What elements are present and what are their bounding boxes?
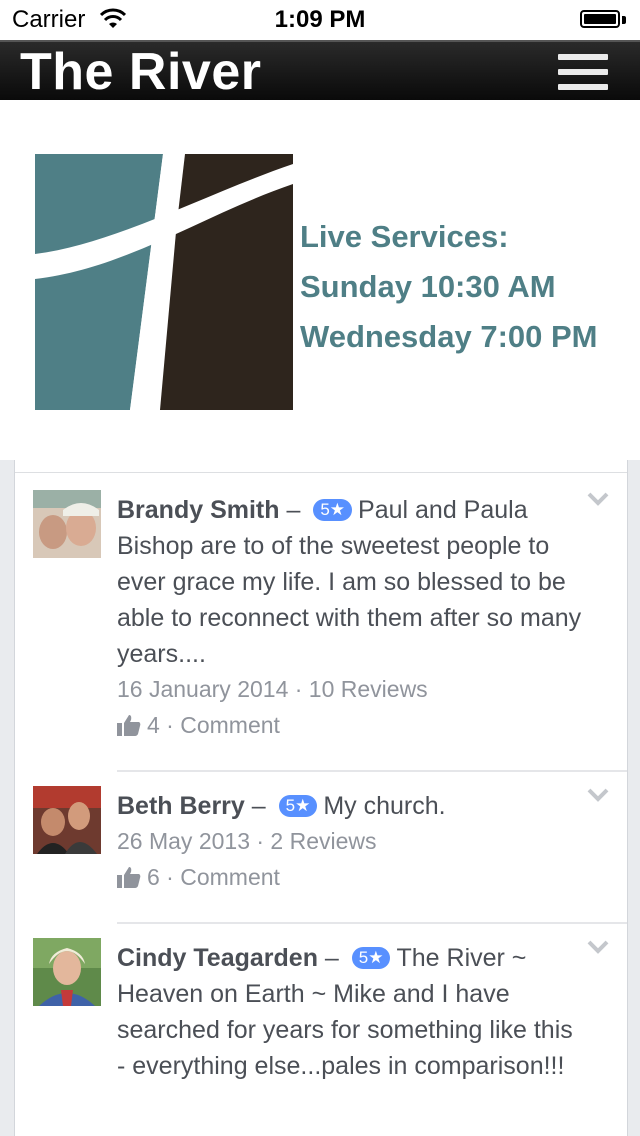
- thumbs-up-icon[interactable]: [117, 714, 141, 736]
- nav-bar: The River: [0, 40, 640, 101]
- thumbs-up-icon[interactable]: [117, 866, 141, 888]
- review-date[interactable]: 16 January 2014 · 10 Reviews: [117, 676, 428, 703]
- dash: –: [286, 496, 301, 524]
- reviewer-name[interactable]: Brandy Smith: [117, 496, 280, 524]
- chevron-down-icon[interactable]: [587, 940, 609, 954]
- like-count: 4: [147, 712, 160, 738]
- avatar[interactable]: [33, 938, 101, 1006]
- reviewer-name[interactable]: Beth Berry: [117, 792, 245, 820]
- like-count: 6: [147, 864, 160, 890]
- review-body: Brandy Smith – 5★ Paul and Paula Bishop a…: [117, 492, 587, 672]
- comment-link[interactable]: Comment: [180, 712, 280, 738]
- church-logo: [35, 154, 293, 410]
- services-sunday: Sunday 10:30 AM: [300, 269, 556, 304]
- rating-badge: 5★: [313, 499, 353, 521]
- review-divider: [117, 770, 627, 772]
- reviews-area: Brandy Smith – 5★ Paul and Paula Bishop a…: [0, 460, 640, 1136]
- hamburger-menu-icon[interactable]: [558, 54, 608, 90]
- review-actions: 6 · Comment: [117, 864, 280, 891]
- review-body: Cindy Teagarden – 5★ The River ~ Heaven o…: [117, 940, 587, 1084]
- avatar[interactable]: [33, 786, 101, 854]
- rating-badge: 5★: [278, 795, 318, 817]
- hero-section: Live Services: Sunday 10:30 AM Wednesday…: [0, 100, 640, 460]
- services-wednesday: Wednesday 7:00 PM: [300, 319, 598, 354]
- comment-link[interactable]: Comment: [180, 864, 280, 890]
- card-top-divider: [15, 472, 627, 473]
- chevron-down-icon[interactable]: [587, 788, 609, 802]
- reviews-card: Brandy Smith – 5★ Paul and Paula Bishop a…: [14, 460, 628, 1136]
- review-actions: 4 · Comment: [117, 712, 280, 739]
- app-title: The River: [20, 43, 262, 101]
- chevron-down-icon[interactable]: [587, 492, 609, 506]
- review-body: Beth Berry – 5★ My church.: [117, 788, 587, 824]
- battery-icon: [580, 10, 626, 30]
- avatar[interactable]: [33, 490, 101, 558]
- review-text: My church.: [323, 792, 446, 820]
- separator: ·: [159, 712, 181, 738]
- services-heading: Live Services:: [300, 219, 509, 254]
- separator: ·: [159, 864, 181, 890]
- clock: 1:09 PM: [274, 6, 366, 33]
- reviewer-name[interactable]: Cindy Teagarden: [117, 944, 318, 972]
- dash: –: [251, 792, 266, 820]
- status-bar: Carrier 1:09 PM: [0, 0, 640, 40]
- rating-badge: 5★: [351, 947, 391, 969]
- dash: –: [324, 944, 339, 972]
- live-services-text: Live Services: Sunday 10:30 AM Wednesday…: [300, 212, 597, 362]
- review-date[interactable]: 26 May 2013 · 2 Reviews: [117, 828, 377, 855]
- review-divider: [117, 922, 627, 924]
